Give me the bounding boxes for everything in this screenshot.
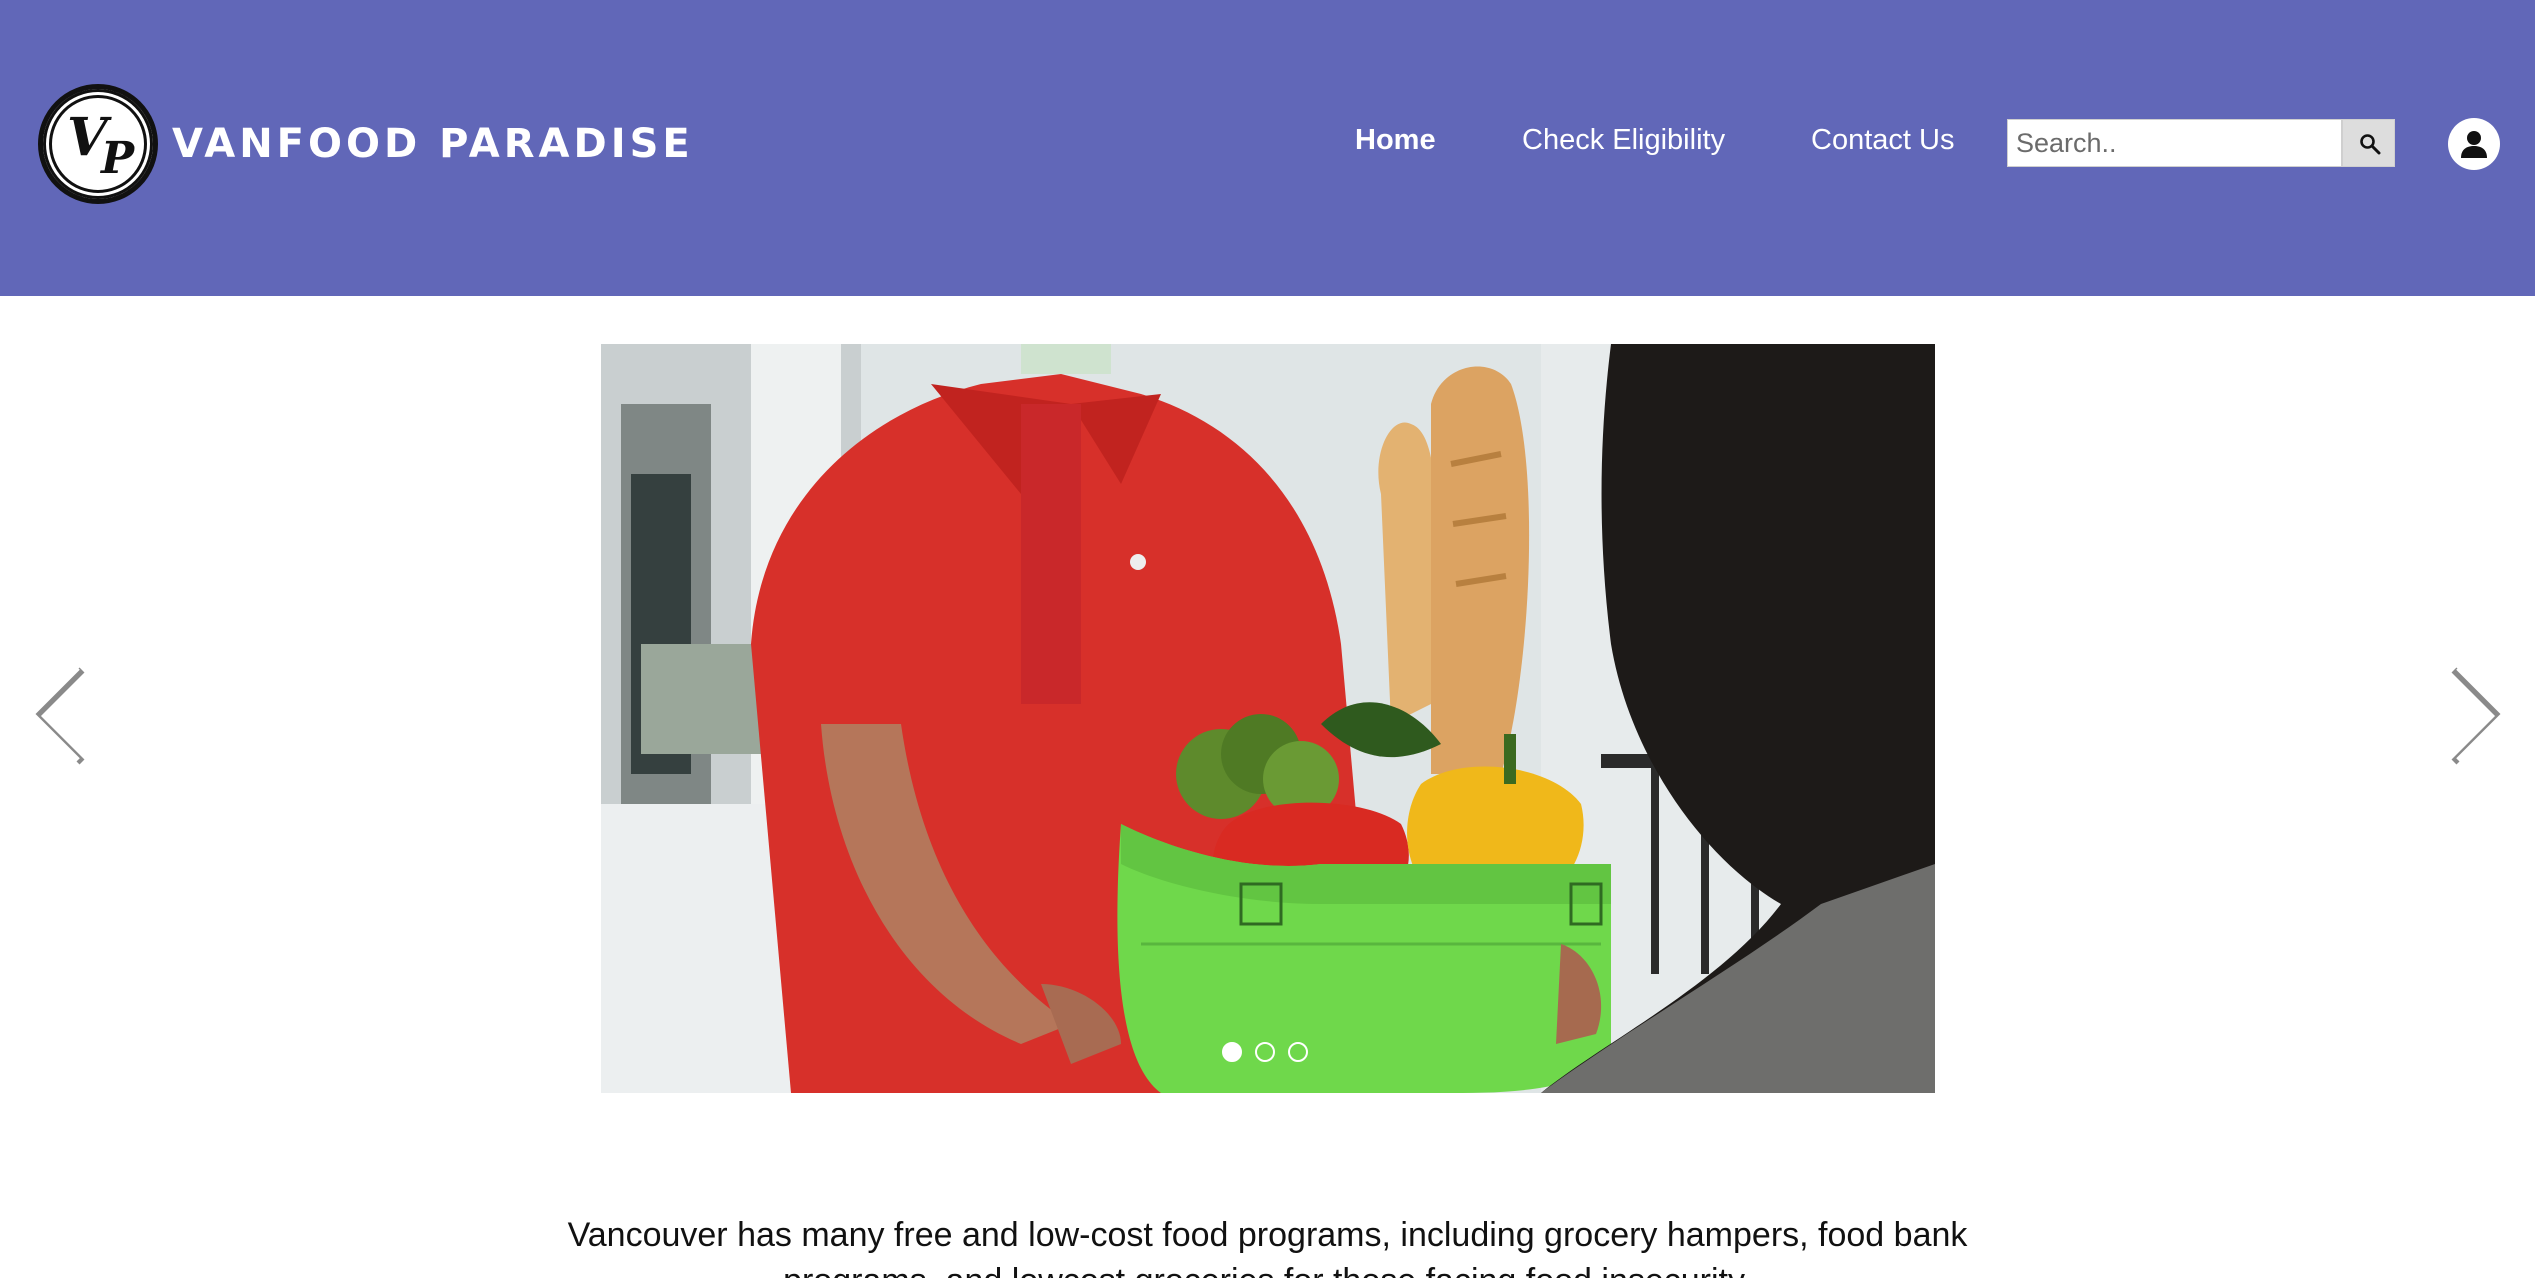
carousel-dot-3[interactable]: [1288, 1042, 1308, 1062]
brand-logo-link[interactable]: V P Vanfood Paradise: [38, 84, 694, 204]
carousel-prev-button[interactable]: [28, 664, 92, 768]
site-header: V P Vanfood Paradise Home Check Eligibil…: [0, 0, 2535, 296]
nav-check-eligibility[interactable]: Check Eligibility: [1522, 124, 1725, 157]
search-icon: [2360, 134, 2381, 155]
nav-home[interactable]: Home: [1355, 124, 1436, 157]
nav-contact-us[interactable]: Contact Us: [1811, 124, 1954, 157]
carousel-dot-1[interactable]: [1222, 1042, 1242, 1062]
carousel-next-button[interactable]: [2444, 664, 2508, 768]
carousel-dot-2[interactable]: [1255, 1042, 1275, 1062]
chevron-left-icon: [28, 666, 85, 765]
account-button[interactable]: [2448, 118, 2500, 170]
chevron-right-icon: [2451, 666, 2508, 765]
search-input[interactable]: [2007, 119, 2342, 167]
user-icon: [2461, 131, 2487, 158]
brand-name: Vanfood Paradise: [172, 121, 694, 167]
vp-logo-icon: V P: [38, 84, 158, 204]
search-button[interactable]: [2342, 119, 2395, 167]
intro-text: Vancouver has many free and low-cost foo…: [567, 1216, 1968, 1278]
carousel-slide-image: [601, 344, 1935, 1093]
logo-letter-p: P: [101, 133, 135, 184]
carousel-indicators: [1222, 1042, 1308, 1062]
